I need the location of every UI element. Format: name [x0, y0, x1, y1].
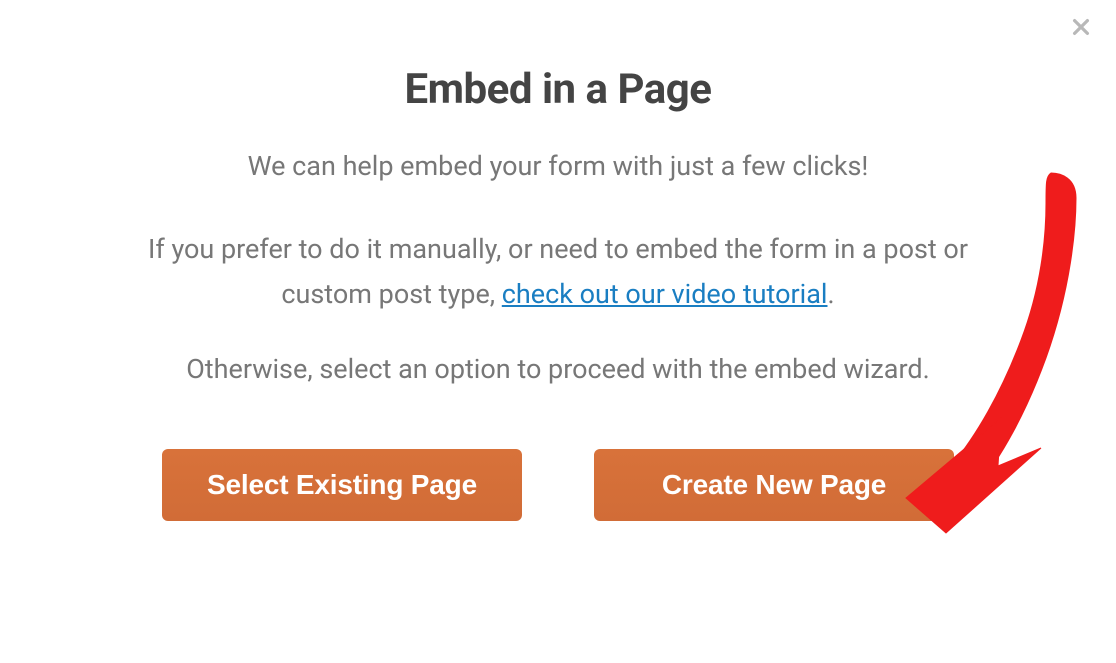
button-row: Select Existing Page Create New Page — [100, 449, 1016, 521]
select-existing-page-button[interactable]: Select Existing Page — [162, 449, 522, 521]
modal-title: Embed in a Page — [100, 65, 1016, 114]
create-new-page-button[interactable]: Create New Page — [594, 449, 954, 521]
modal-paragraph-2: Otherwise, select an option to proceed w… — [100, 348, 1016, 391]
paragraph-suffix: . — [828, 278, 835, 310]
video-tutorial-link[interactable]: check out our video tutorial — [502, 278, 828, 310]
close-icon — [1070, 16, 1092, 38]
modal-paragraph-1: If you prefer to do it manually, or need… — [100, 227, 1016, 319]
modal-subtitle: We can help embed your form with just a … — [100, 146, 1016, 187]
close-button[interactable] — [1068, 14, 1094, 40]
embed-modal: Embed in a Page We can help embed your f… — [0, 0, 1116, 521]
